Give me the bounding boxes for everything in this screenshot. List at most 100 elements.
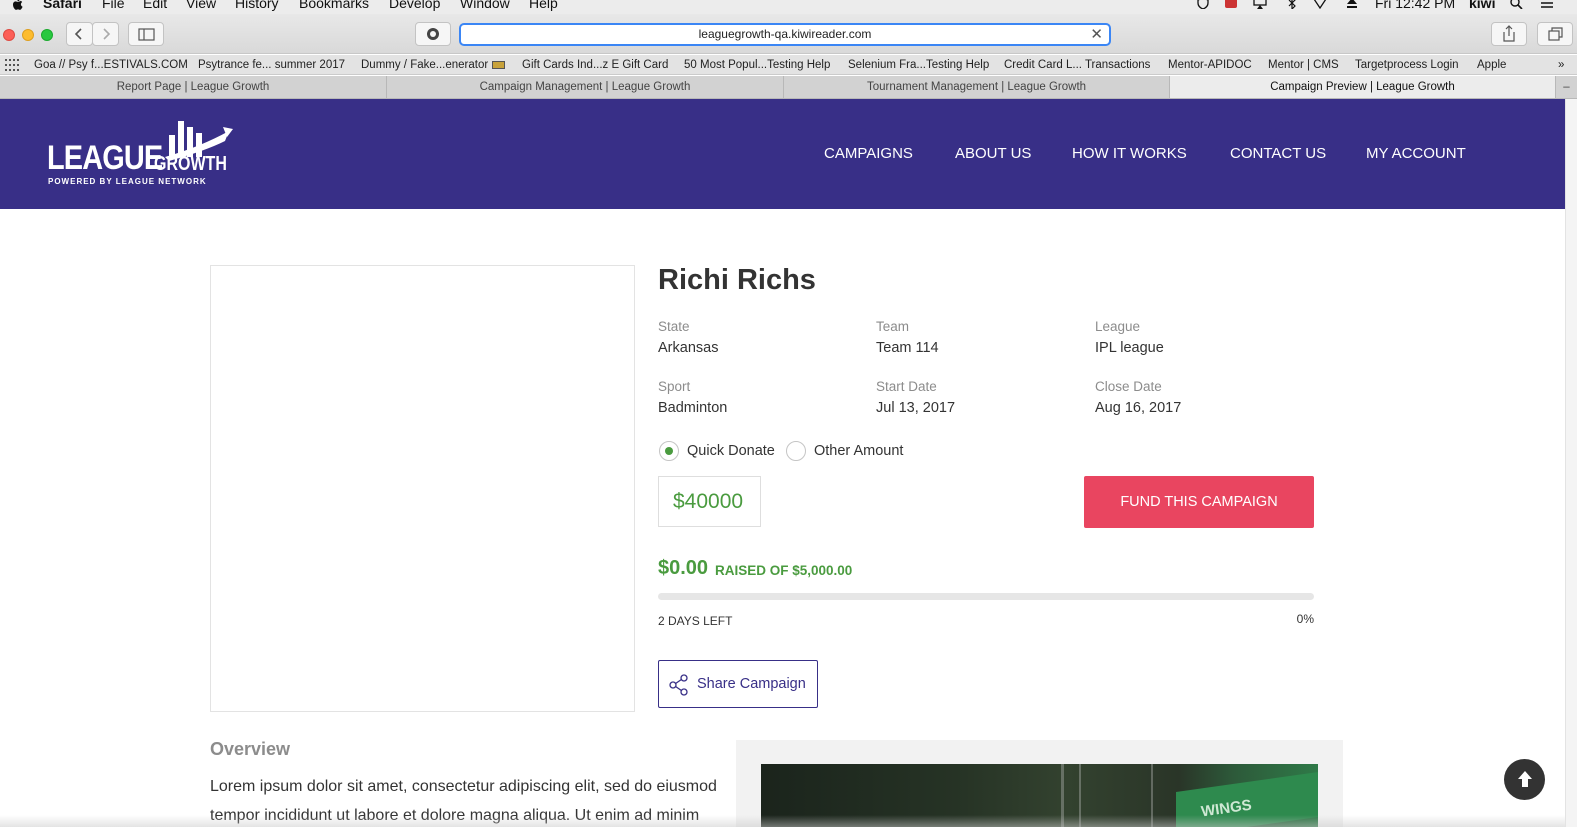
- address-bar[interactable]: leaguegrowth-qa.kiwireader.com ✕: [459, 23, 1111, 46]
- other-amount-radio[interactable]: [786, 441, 806, 461]
- quick-donate-radio[interactable]: [659, 441, 679, 461]
- detail-value-close-date: Aug 16, 2017: [1095, 400, 1182, 416]
- menubar-clock[interactable]: Fri 12:42 PM: [1375, 0, 1455, 10]
- menu-file[interactable]: File: [102, 0, 125, 10]
- logo-word-growth: GROWTH: [154, 153, 227, 175]
- bookmark-item[interactable]: Dummy / Fake...enerator: [361, 55, 488, 74]
- raised-goal-text: RAISED OF $5,000.00: [715, 563, 853, 578]
- share-nodes-icon: [669, 674, 688, 696]
- bookmark-item[interactable]: Credit Card L... Transactions: [1004, 55, 1150, 74]
- bookmark-item[interactable]: Goa // Psy f...ESTIVALS.COM: [34, 55, 188, 74]
- detail-value-team: Team 114: [876, 340, 939, 356]
- bookmark-item[interactable]: Gift Cards Ind...z E Gift Card: [522, 55, 668, 74]
- logo-word-league: LEAGUE: [47, 139, 163, 177]
- tabs-overview-button[interactable]: [1537, 22, 1573, 46]
- menubar-user[interactable]: kiwi: [1469, 0, 1495, 10]
- days-left-text: 2 DAYS LEFT: [658, 614, 733, 628]
- detail-label-league: League: [1095, 319, 1141, 334]
- tab-tournament-management[interactable]: Tournament Management | League Growth: [784, 76, 1170, 98]
- donation-amount-input[interactable]: $40000: [658, 476, 761, 527]
- league-growth-logo[interactable]: LEAGUE GROWTH POWERED BY LEAGUE NETWORK: [47, 117, 233, 189]
- overview-heading: Overview: [210, 739, 291, 759]
- airplay-icon[interactable]: [1253, 0, 1267, 9]
- page-scrollbar[interactable]: [1565, 99, 1577, 827]
- bookmark-item[interactable]: Mentor | CMS: [1268, 55, 1339, 74]
- share-campaign-label: Share Campaign: [697, 676, 806, 692]
- bookmark-item[interactable]: Targetprocess Login: [1355, 55, 1459, 74]
- menu-help[interactable]: Help: [529, 0, 558, 10]
- bookmark-item[interactable]: 50 Most Popul...Testing Help: [684, 55, 830, 74]
- site-header: LEAGUE GROWTH POWERED BY LEAGUE NETWORK …: [0, 99, 1565, 209]
- shield-check-icon[interactable]: [1196, 0, 1210, 9]
- arrow-up-icon: [1518, 771, 1532, 787]
- bookmark-item[interactable]: Selenium Fra...Testing Help: [848, 55, 989, 74]
- nav-how-it-works[interactable]: HOW IT WORKS: [1072, 145, 1187, 162]
- fund-campaign-button[interactable]: FUND THIS CAMPAIGN: [1084, 476, 1314, 528]
- detail-label-start-date: Start Date: [876, 379, 937, 394]
- nav-about-us[interactable]: ABOUT US: [955, 145, 1031, 162]
- bluetooth-icon[interactable]: [1285, 0, 1299, 9]
- tab-campaign-management[interactable]: Campaign Management | League Growth: [387, 76, 784, 98]
- detail-value-start-date: Jul 13, 2017: [876, 400, 956, 416]
- tab-report-page[interactable]: Report Page | League Growth: [0, 76, 387, 98]
- top-sites-grid-icon[interactable]: [5, 59, 19, 71]
- menu-bookmarks[interactable]: Bookmarks: [299, 0, 369, 10]
- bookmark-item[interactable]: Apple: [1477, 55, 1506, 74]
- menu-safari[interactable]: Safari: [43, 0, 82, 10]
- minimize-window-button[interactable]: [22, 29, 34, 41]
- new-tab-button[interactable]: –: [1556, 76, 1577, 98]
- sidebar-toggle-button[interactable]: [128, 22, 164, 46]
- nav-contact-us[interactable]: CONTACT US: [1230, 145, 1326, 162]
- share-toolbar-button[interactable]: [1491, 22, 1527, 46]
- wifi-icon[interactable]: [1313, 0, 1327, 9]
- address-url: leaguegrowth-qa.kiwireader.com: [698, 27, 872, 41]
- bookmark-item[interactable]: Mentor-APIDOC: [1168, 55, 1252, 74]
- spotlight-search-icon[interactable]: [1509, 0, 1523, 9]
- menu-view[interactable]: View: [186, 0, 216, 10]
- menu-develop[interactable]: Develop: [389, 0, 440, 10]
- close-window-button[interactable]: [3, 29, 15, 41]
- tab-bar: Report Page | League Growth Campaign Man…: [0, 76, 1577, 99]
- bookmark-item[interactable]: Psytrance fe... summer 2017: [198, 55, 345, 74]
- adblock-icon[interactable]: [1224, 0, 1238, 9]
- chevron-left-icon: [74, 28, 82, 40]
- forward-button[interactable]: [92, 22, 119, 46]
- campaign-title: Richi Richs: [658, 264, 816, 296]
- detail-value-state: Arkansas: [658, 340, 719, 356]
- card-icon: [492, 61, 505, 69]
- menu-window[interactable]: Window: [460, 0, 510, 10]
- browser-toolbar: leaguegrowth-qa.kiwireader.com ✕: [0, 14, 1577, 54]
- apple-menu-icon[interactable]: [10, 0, 24, 11]
- bookmarks-bar: Goa // Psy f...ESTIVALS.COM Psytrance fe…: [0, 55, 1577, 75]
- macos-menu-bar: Safari File Edit View History Bookmarks …: [0, 0, 1577, 14]
- funding-percent: 0%: [1296, 612, 1314, 626]
- tab-campaign-preview[interactable]: Campaign Preview | League Growth: [1170, 76, 1556, 98]
- campaign-image: [210, 265, 635, 712]
- clear-address-icon[interactable]: ✕: [1090, 25, 1103, 44]
- window-bottom-edge: [0, 815, 1565, 827]
- detail-value-sport: Badminton: [658, 400, 728, 416]
- menu-edit[interactable]: Edit: [143, 0, 167, 10]
- quick-donate-label[interactable]: Quick Donate: [687, 443, 775, 459]
- tabs-overview-icon: [1548, 27, 1563, 41]
- detail-label-sport: Sport: [658, 379, 691, 394]
- back-button[interactable]: [66, 22, 93, 46]
- eject-icon[interactable]: [1345, 0, 1359, 9]
- nav-my-account[interactable]: MY ACCOUNT: [1366, 145, 1466, 162]
- detail-label-close-date: Close Date: [1095, 379, 1162, 394]
- nav-campaigns[interactable]: CAMPAIGNS: [824, 145, 913, 162]
- funding-progress-bar: [658, 593, 1314, 600]
- logo-tagline: POWERED BY LEAGUE NETWORK: [48, 177, 207, 186]
- scroll-to-top-button[interactable]: [1504, 759, 1545, 800]
- menu-history[interactable]: History: [235, 0, 279, 10]
- chevron-right-icon: [103, 28, 111, 40]
- other-amount-label[interactable]: Other Amount: [814, 443, 903, 459]
- bookmarks-overflow-icon[interactable]: »: [1558, 55, 1564, 74]
- sidebar-icon: [138, 28, 155, 41]
- reader-extension-button[interactable]: [415, 22, 451, 46]
- share-campaign-button[interactable]: Share Campaign: [658, 660, 818, 708]
- camera-icon: [427, 28, 439, 40]
- raised-amount: $0.00: [658, 557, 709, 579]
- zoom-window-button[interactable]: [41, 29, 53, 41]
- notification-center-icon[interactable]: [1540, 0, 1554, 9]
